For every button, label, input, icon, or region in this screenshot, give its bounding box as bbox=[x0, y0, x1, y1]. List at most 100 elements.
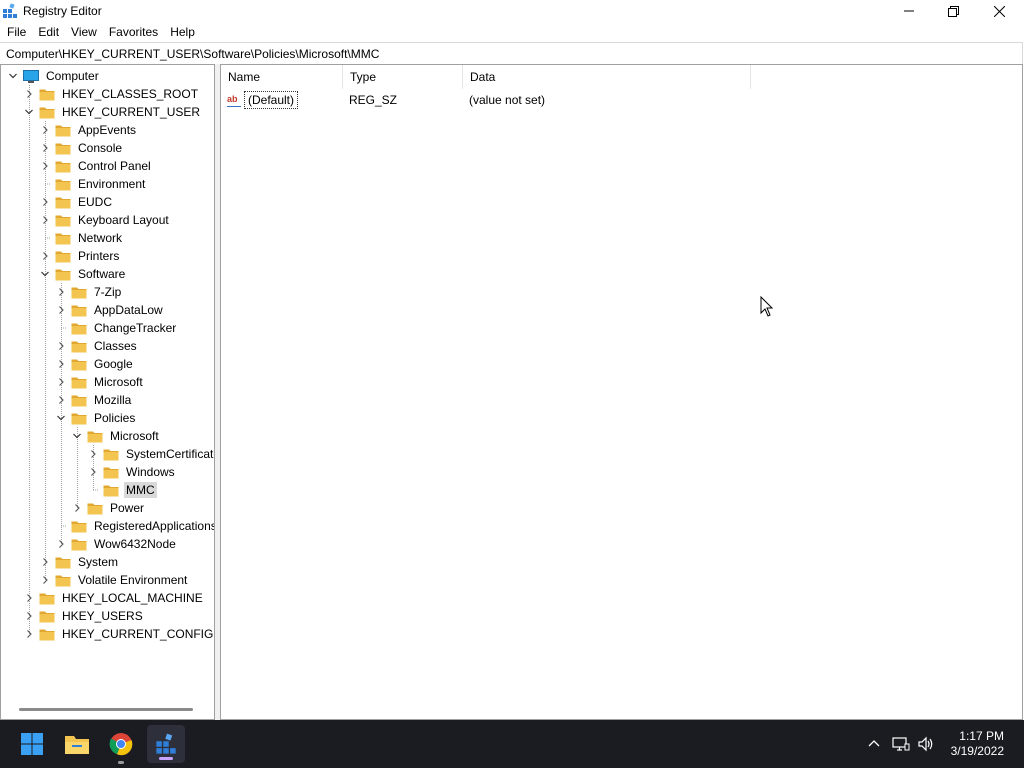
menu-help[interactable]: Help bbox=[164, 22, 201, 42]
chevron-down-icon[interactable] bbox=[7, 67, 19, 85]
tree-node[interactable]: HKEY_USERS bbox=[23, 607, 145, 625]
menu-view[interactable]: View bbox=[65, 22, 103, 42]
tree-node-label: ChangeTracker bbox=[94, 321, 177, 335]
close-icon bbox=[993, 5, 1005, 17]
tree-node-label: Computer bbox=[46, 69, 99, 83]
tree-node-label: EUDC bbox=[78, 195, 113, 209]
tree-node[interactable]: 7-Zip bbox=[55, 283, 123, 301]
chevron-right-icon[interactable] bbox=[87, 463, 99, 481]
chevron-right-icon[interactable] bbox=[55, 301, 67, 319]
active-indicator bbox=[159, 757, 173, 760]
chevron-right-icon[interactable] bbox=[23, 625, 35, 643]
chevron-right-icon[interactable] bbox=[39, 247, 51, 265]
folder-icon bbox=[55, 160, 71, 173]
network-icon[interactable] bbox=[892, 736, 910, 752]
tree-node[interactable]: Power bbox=[71, 499, 146, 517]
tree-connector bbox=[39, 175, 51, 193]
chevron-down-icon[interactable] bbox=[55, 409, 67, 427]
close-button[interactable] bbox=[976, 0, 1022, 22]
chevron-right-icon[interactable] bbox=[39, 121, 51, 139]
chevron-up-icon[interactable] bbox=[866, 736, 882, 752]
menu-favorites[interactable]: Favorites bbox=[103, 22, 164, 42]
chevron-right-icon[interactable] bbox=[39, 553, 51, 571]
chevron-down-icon[interactable] bbox=[39, 265, 51, 283]
column-header-type[interactable]: Type bbox=[343, 65, 463, 89]
tree-node[interactable]: AppEvents bbox=[39, 121, 138, 139]
chrome-button[interactable] bbox=[107, 730, 135, 764]
folder-icon bbox=[39, 592, 55, 605]
chevron-right-icon[interactable] bbox=[55, 337, 67, 355]
file-explorer-button[interactable] bbox=[63, 730, 91, 758]
tree-node[interactable]: SystemCertificates bbox=[87, 445, 214, 463]
chevron-right-icon[interactable] bbox=[39, 193, 51, 211]
tree-node[interactable]: Console bbox=[39, 139, 124, 157]
tree-node[interactable]: Keyboard Layout bbox=[39, 211, 171, 229]
value-name-cell[interactable]: ab (Default) bbox=[227, 91, 299, 109]
tree-node[interactable]: Microsoft bbox=[55, 373, 145, 391]
key-tree-pane[interactable]: Computer HKEY_CLASSES_ROOT HKEY_CURRENT_US… bbox=[0, 64, 215, 720]
tree-node[interactable]: Classes bbox=[55, 337, 139, 355]
tree-node[interactable]: AppDataLow bbox=[55, 301, 165, 319]
tree-node-label: Environment bbox=[78, 177, 146, 191]
column-header-data[interactable]: Data bbox=[463, 65, 751, 89]
chevron-right-icon[interactable] bbox=[87, 445, 99, 463]
tree-node[interactable]: Wow6432Node bbox=[55, 535, 178, 553]
tree-node[interactable]: MMC bbox=[87, 481, 157, 499]
chevron-right-icon[interactable] bbox=[39, 211, 51, 229]
tree-node[interactable]: HKEY_CLASSES_ROOT bbox=[23, 85, 200, 103]
chevron-right-icon[interactable] bbox=[55, 373, 67, 391]
tree-node[interactable]: Windows bbox=[87, 463, 177, 481]
tree-node[interactable]: EUDC bbox=[39, 193, 114, 211]
chevron-right-icon[interactable] bbox=[55, 355, 67, 373]
tree-node-label: 7-Zip bbox=[94, 285, 122, 299]
tree-node[interactable]: HKEY_LOCAL_MACHINE bbox=[23, 589, 205, 607]
address-bar[interactable]: Computer\HKEY_CURRENT_USER\Software\Poli… bbox=[0, 42, 1023, 65]
chevron-right-icon[interactable] bbox=[55, 391, 67, 409]
chevron-right-icon[interactable] bbox=[23, 85, 35, 103]
chevron-down-icon[interactable] bbox=[23, 103, 35, 121]
tree-node[interactable]: Control Panel bbox=[39, 157, 153, 175]
value-type: REG_SZ bbox=[349, 93, 398, 107]
tree-node[interactable]: Mozilla bbox=[55, 391, 133, 409]
chevron-down-icon[interactable] bbox=[71, 427, 83, 445]
volume-icon[interactable] bbox=[917, 736, 935, 752]
folder-icon bbox=[71, 304, 87, 317]
restore-button[interactable] bbox=[930, 0, 976, 22]
tree-node[interactable]: Computer bbox=[7, 67, 101, 85]
tree-node[interactable]: Microsoft bbox=[71, 427, 161, 445]
tree-node[interactable]: Software bbox=[39, 265, 127, 283]
chevron-right-icon[interactable] bbox=[39, 157, 51, 175]
minimize-button[interactable] bbox=[886, 0, 932, 22]
tree-node-label: Microsoft bbox=[110, 429, 159, 443]
clock[interactable]: 1:17 PM 3/19/2022 bbox=[951, 729, 1004, 759]
menu-file[interactable]: File bbox=[0, 22, 32, 42]
address-path[interactable]: Computer\HKEY_CURRENT_USER\Software\Poli… bbox=[6, 47, 379, 61]
registry-editor-taskbar-button[interactable] bbox=[147, 725, 185, 763]
tree-horizontal-scrollbar[interactable] bbox=[19, 708, 193, 711]
tree-node[interactable]: Environment bbox=[39, 175, 147, 193]
chevron-right-icon[interactable] bbox=[55, 283, 67, 301]
tree-node[interactable]: Network bbox=[39, 229, 124, 247]
value-name[interactable]: (Default) bbox=[244, 91, 299, 109]
tree-node[interactable]: HKEY_CURRENT_USER bbox=[23, 103, 202, 121]
tree-node[interactable]: ChangeTracker bbox=[55, 319, 178, 337]
tree-node[interactable]: HKEY_CURRENT_CONFIG bbox=[23, 625, 214, 643]
tree-node-label: Control Panel bbox=[78, 159, 151, 173]
column-header-name[interactable]: Name bbox=[221, 65, 343, 89]
chevron-right-icon[interactable] bbox=[39, 139, 51, 157]
values-list-pane[interactable]: Name Type Data ab (Default) REG_SZ (valu… bbox=[220, 64, 1023, 720]
chevron-right-icon[interactable] bbox=[39, 571, 51, 589]
tree-node[interactable]: RegisteredApplications bbox=[55, 517, 214, 535]
start-button[interactable] bbox=[18, 730, 46, 758]
tree-node[interactable]: Google bbox=[55, 355, 135, 373]
tree-node[interactable]: Policies bbox=[55, 409, 137, 427]
folder-icon bbox=[71, 520, 87, 533]
tree-node[interactable]: System bbox=[39, 553, 120, 571]
chevron-right-icon[interactable] bbox=[23, 589, 35, 607]
chevron-right-icon[interactable] bbox=[55, 535, 67, 553]
chevron-right-icon[interactable] bbox=[71, 499, 83, 517]
tree-node[interactable]: Printers bbox=[39, 247, 121, 265]
menu-edit[interactable]: Edit bbox=[32, 22, 65, 42]
chevron-right-icon[interactable] bbox=[23, 607, 35, 625]
tree-node[interactable]: Volatile Environment bbox=[39, 571, 189, 589]
